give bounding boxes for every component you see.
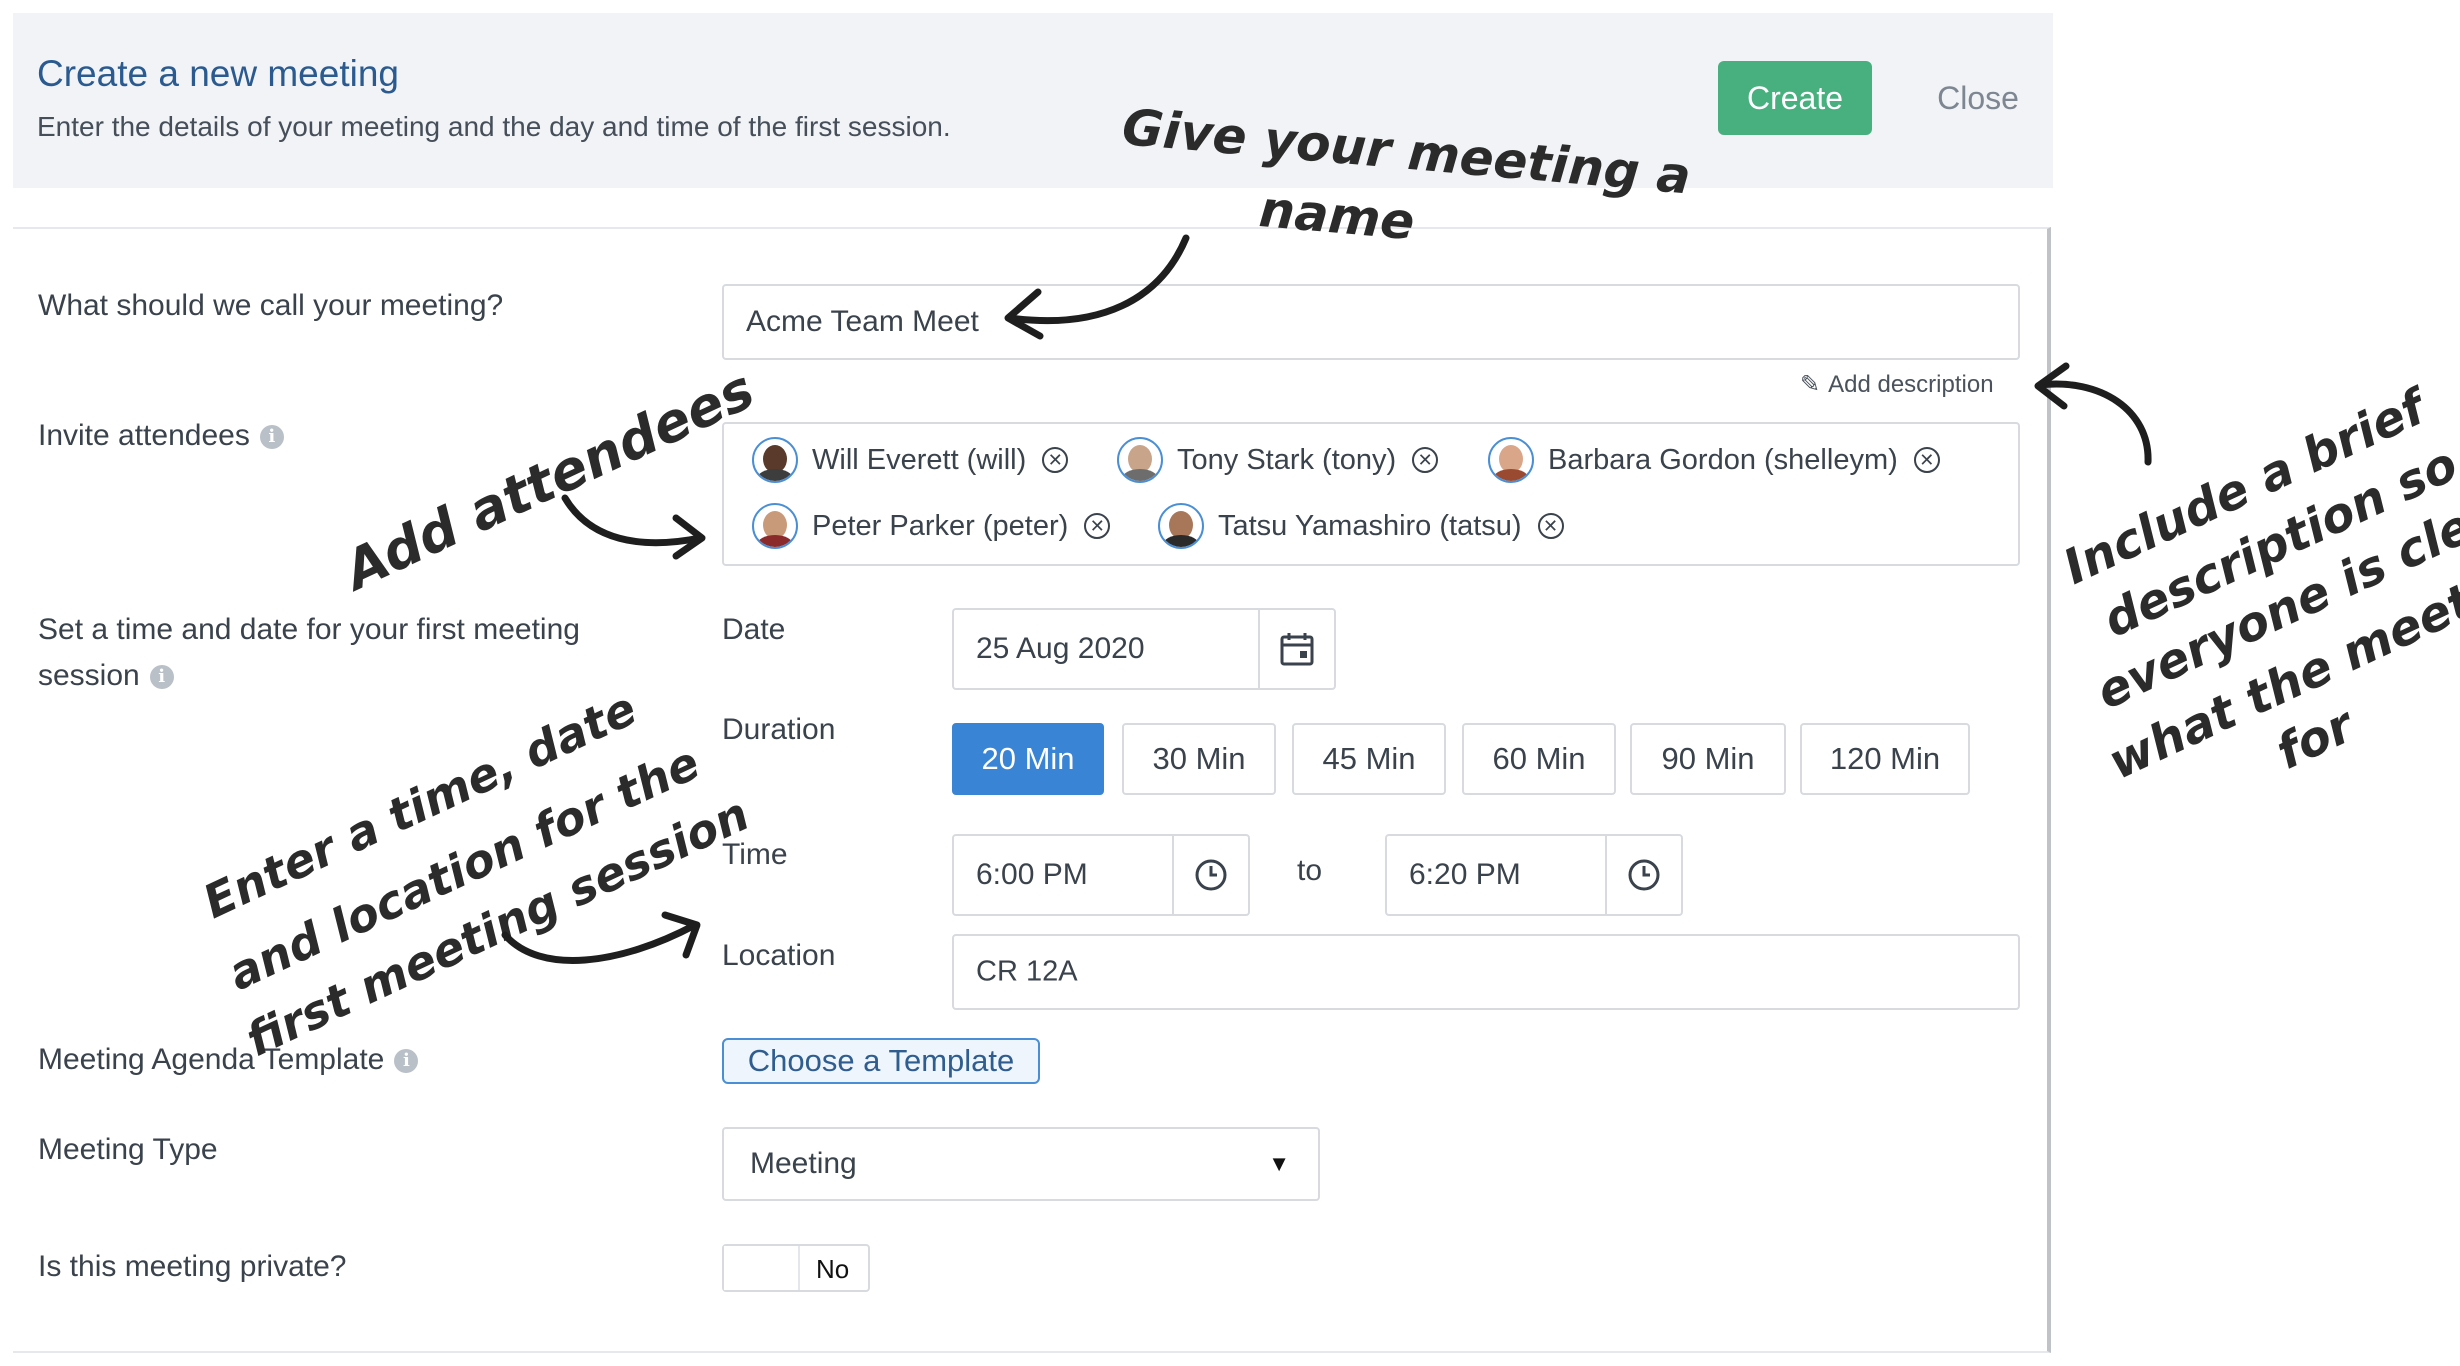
arrow-to-name bbox=[1006, 234, 1190, 325]
arrowhead-name bbox=[1004, 288, 1044, 340]
annotation-arrows bbox=[501, 234, 2152, 964]
arrow-to-session bbox=[501, 921, 699, 964]
